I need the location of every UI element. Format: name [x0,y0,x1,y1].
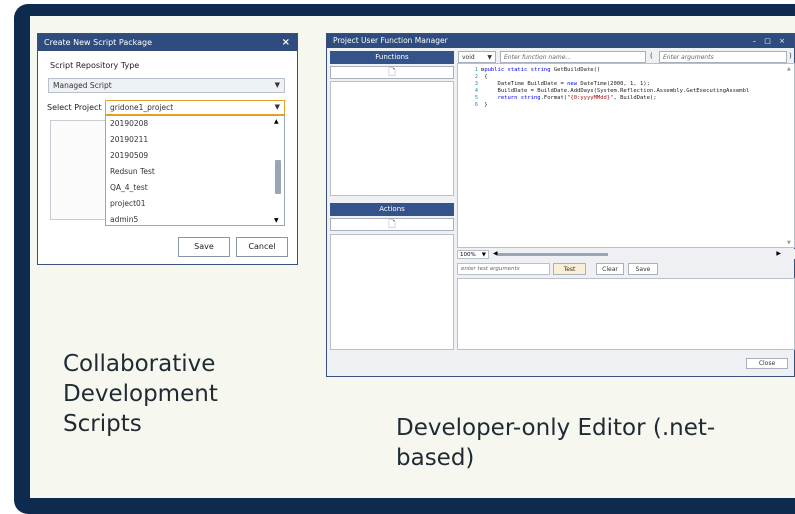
line-number: 1 [474,67,478,73]
horizontal-scrollbar-thumb[interactable] [498,253,608,256]
cancel-button[interactable]: Cancel [236,237,288,257]
test-output-panel [457,278,795,350]
dropdown-option[interactable]: QA_4_test [106,180,284,196]
dropdown-option[interactable]: 20190509 [106,148,284,164]
clear-button[interactable]: Clear [596,263,624,275]
dropdown-option[interactable]: 20190211 [106,132,284,148]
window-controls[interactable]: – □ × [753,34,788,48]
code-line: { [481,74,488,80]
test-arguments-input[interactable]: enter test arguments [457,263,550,275]
line-number: 3 [474,81,478,87]
project-value: gridone1_project [110,103,174,112]
chevron-down-icon: ▼ [274,81,280,89]
new-file-icon: 🗋 [388,68,396,78]
code-line: return string.Format("{0:yyyyMMdd}", Bui… [497,95,657,101]
arguments-input[interactable]: Enter arguments [659,51,787,63]
scrollbar-thumb[interactable] [275,160,281,194]
window-titlebar: Project User Function Manager – □ × [327,34,794,48]
project-select[interactable]: gridone1_project ▼ [105,100,285,115]
line-number: 6 [474,102,478,108]
project-label: Select Project : [47,103,107,112]
dropdown-option[interactable]: admin5 [106,212,284,228]
chevron-down-icon: ▼ [274,103,280,111]
repo-type-label: Script Repository Type [50,61,140,70]
create-script-package-dialog: Create New Script Package × Script Repos… [37,33,298,265]
code-line: ⊟public static string GetBuildDate() [481,67,601,73]
open-paren: ( [650,52,653,60]
new-file-icon: 🗋 [388,220,396,230]
chevron-down-icon: ▼ [487,54,492,61]
code-line: DateTime BuildDate = new DateTime(2000, … [481,81,650,87]
caption-collaborative: Collaborative Development Scripts [63,351,218,437]
dropdown-option[interactable]: Redsun Test [106,164,284,180]
scroll-up-icon[interactable]: ▲ [787,66,791,72]
code-line: BuildDate = BuildDate.AddDays(System.Ref… [481,88,750,94]
functions-header: Functions [330,51,454,64]
actions-header: Actions [330,203,454,216]
close-icon[interactable]: × [282,34,290,51]
repo-type-value: Managed Script [53,81,112,90]
actions-list[interactable] [330,234,454,350]
window-title: Project User Function Manager [333,36,448,45]
scroll-right-icon[interactable]: ▶ [776,250,781,257]
repo-type-select[interactable]: Managed Script ▼ [48,78,285,93]
scroll-left-icon[interactable]: ◀ [493,250,498,257]
dialog-titlebar: Create New Script Package × [38,34,297,51]
return-type-select[interactable]: void ▼ [458,51,496,63]
zoom-value: 100% [460,252,476,258]
caption-developer-editor: Developer-only Editor (.net-based) [396,415,716,471]
chevron-down-icon: ▼ [481,252,486,258]
return-type-value: void [462,54,475,61]
add-action-button[interactable]: 🗋 [330,218,454,231]
close-button[interactable]: Close [746,358,788,369]
functions-list[interactable] [330,81,454,196]
scroll-up-icon[interactable]: ▲ [274,118,279,125]
dropdown-option[interactable]: 20190208 [106,116,284,132]
save-button[interactable]: Save [178,237,230,257]
test-button[interactable]: Test [553,263,586,275]
code-editor[interactable]: 1 2 3 4 5 6 ⊟public static string GetBui… [457,63,795,248]
save-function-button[interactable]: Save [628,263,658,275]
close-paren: ) [789,52,792,60]
dialog-title: Create New Script Package [44,38,153,47]
line-number: 2 [474,74,478,80]
add-function-button[interactable]: 🗋 [330,66,454,79]
code-line: } [481,102,488,108]
scroll-down-icon[interactable]: ▼ [787,240,791,246]
package-list-background [50,120,107,220]
dropdown-option[interactable]: project01 [106,196,284,212]
project-dropdown-list[interactable]: 20190208 20190211 20190509 Redsun Test Q… [105,115,285,226]
line-numbers: 1 2 3 4 5 6 [458,67,478,109]
dropdown-scrollbar[interactable]: ▲ ▼ [274,118,282,224]
line-number: 4 [474,88,478,94]
code-text: ⊟public static string GetBuildDate() { D… [481,67,749,109]
editor-vertical-scrollbar[interactable]: ▲ ▼ [787,66,793,246]
line-number: 5 [474,95,478,101]
scroll-down-icon[interactable]: ▼ [274,217,279,224]
zoom-select[interactable]: 100% ▼ [457,250,489,259]
function-name-input[interactable]: Enter function name... [500,51,646,63]
